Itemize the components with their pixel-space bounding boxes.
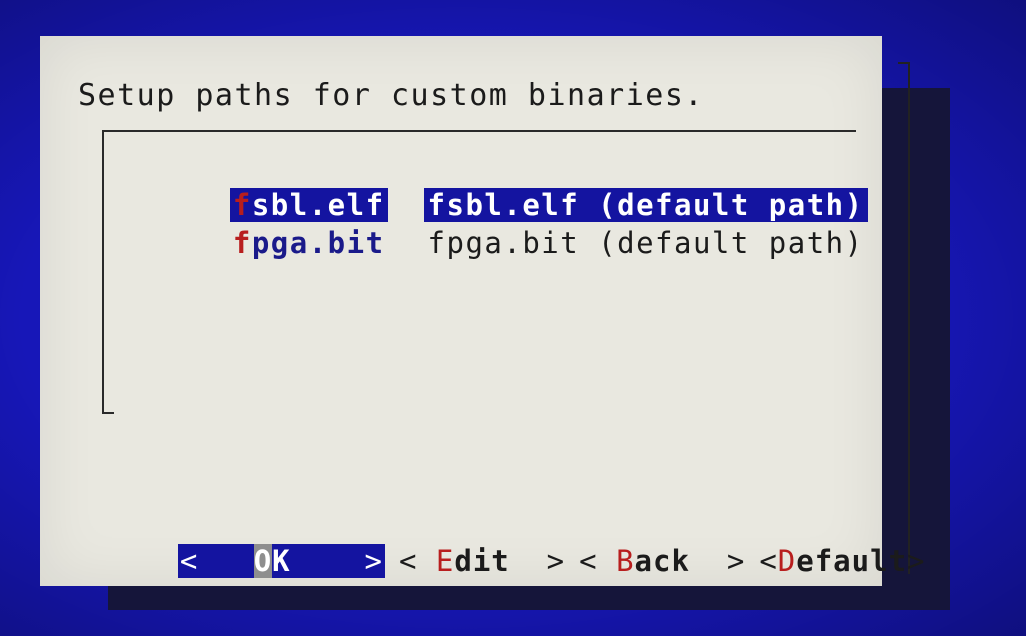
edit-button-label: dit bbox=[454, 544, 510, 578]
back-button-bracket-left: < bbox=[579, 544, 598, 578]
list-item-fsbl[interactable]: fsbl.elf fsbl.elf (default path) bbox=[96, 154, 868, 222]
list-item-tag[interactable]: fpga.bit bbox=[230, 226, 388, 260]
default-button-bracket-left: < bbox=[759, 544, 778, 578]
ok-button-bracket-right: > bbox=[364, 544, 383, 578]
edit-button-hotkey: E bbox=[435, 544, 455, 578]
back-button-bracket-right: > bbox=[726, 544, 746, 578]
default-button-label: efault bbox=[796, 544, 908, 578]
menu-list-box-corner bbox=[102, 412, 114, 414]
ok-button-label: K bbox=[272, 544, 291, 578]
back-button-label: ack bbox=[634, 544, 690, 578]
default-button-hotkey: D bbox=[777, 544, 797, 578]
edit-button-bracket-right: > bbox=[546, 544, 566, 578]
back-button[interactable]: < Back > bbox=[579, 544, 745, 578]
ok-button-bracket-left: < bbox=[179, 544, 199, 578]
list-item-tag-label: pga.bit bbox=[251, 226, 385, 260]
list-item-fpga[interactable]: fpga.bit fpga.bit (default path) bbox=[96, 192, 868, 260]
default-button[interactable]: <Default> bbox=[759, 544, 925, 578]
dialog: Setup paths for custom binaries. fsbl.el… bbox=[40, 36, 924, 586]
back-button-hotkey: B bbox=[616, 544, 635, 578]
default-button-bracket-right: > bbox=[907, 544, 926, 578]
edit-button-bracket-left: < bbox=[398, 544, 418, 578]
ok-button-hotkey: O bbox=[253, 544, 273, 578]
edit-button[interactable]: < Edit > bbox=[399, 544, 565, 578]
list-item-tag-hotkey: f bbox=[232, 226, 252, 260]
dialog-title: Setup paths for custom binaries. bbox=[78, 78, 704, 113]
button-bar: < OK > < Edit > < Back > <Default> bbox=[104, 510, 940, 578]
ok-button[interactable]: < OK > bbox=[177, 544, 385, 578]
dialog-border bbox=[898, 62, 910, 574]
list-item-value[interactable]: fpga.bit (default path) bbox=[424, 226, 868, 260]
